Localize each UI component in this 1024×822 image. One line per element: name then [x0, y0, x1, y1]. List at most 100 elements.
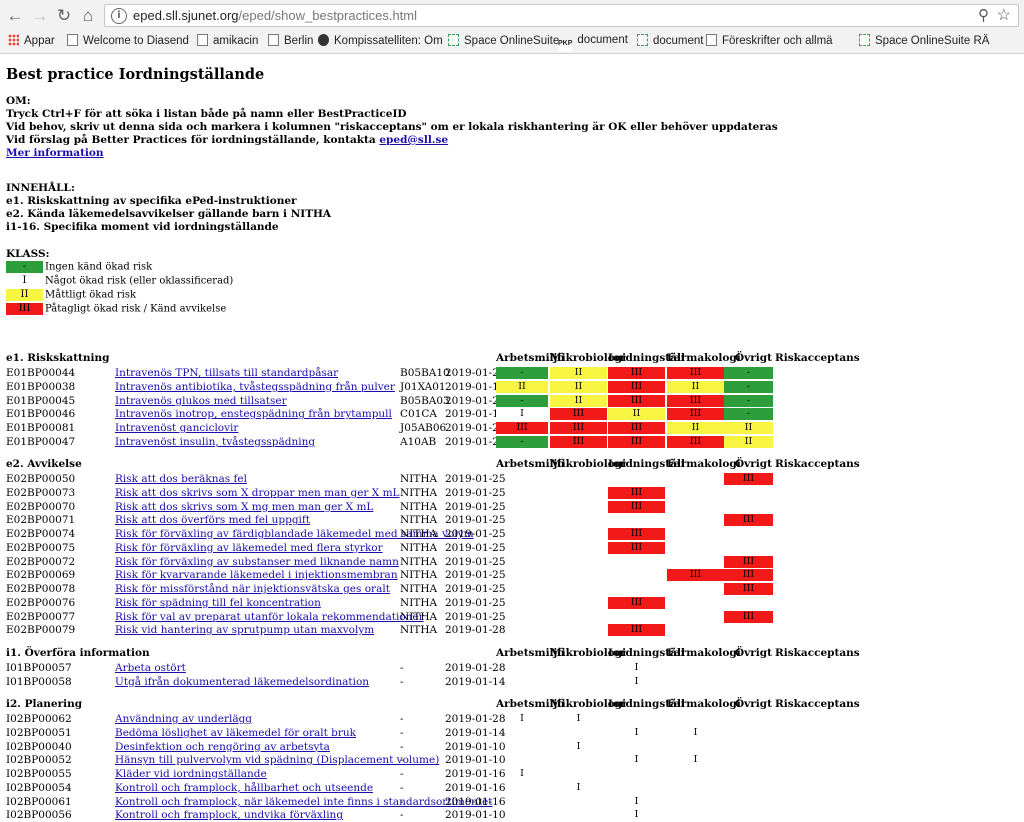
bestpractice-link[interactable]: Intravenös inotrop, enstegspädning från …: [115, 407, 392, 421]
bestpractice-link[interactable]: Risk för missförstånd när injektionsväts…: [115, 582, 390, 596]
bestpractice-link[interactable]: Kläder vid iordningställande: [115, 767, 267, 781]
home-icon[interactable]: ⌂: [77, 5, 99, 27]
legend-swatch: I: [6, 275, 43, 287]
bestpractice-id: E02BP00078: [6, 583, 76, 595]
risk-class-cell: III: [724, 583, 773, 595]
bookmark-item[interactable]: Welcome to Diasend: [67, 34, 189, 47]
bestpractice-id: E02BP00077: [6, 610, 76, 623]
about-line-2: Vid behov, skriv ut denna sida och marke…: [6, 121, 778, 133]
bookmark-item[interactable]: Föreskrifter och allmä: [706, 34, 833, 47]
bookmark-item[interactable]: Kompissatelliten: Om: [318, 34, 443, 47]
address-bar[interactable]: i eped.sll.sjunet.org/eped/show_bestprac…: [104, 4, 1019, 27]
contact-email-link[interactable]: eped@sll.se: [379, 134, 448, 146]
bestpractice-link[interactable]: Kontroll och framplock, när läkemedel in…: [115, 795, 492, 809]
bestpractice-link[interactable]: Risk att dos överförs med fel uppgift: [115, 513, 310, 527]
bestpractice-id: E02BP00069: [6, 569, 76, 582]
url-text[interactable]: eped.sll.sjunet.org/eped/show_bestpracti…: [133, 8, 417, 23]
legend-label: Måttligt ökad risk: [45, 289, 137, 301]
risk-class-cell: III: [550, 435, 607, 448]
bookmark-item[interactable]: document: [637, 34, 704, 47]
back-arrow-icon[interactable]: ←: [4, 5, 26, 27]
bookmark-item[interactable]: PKP document: [558, 34, 628, 52]
risk-class-cell: III: [667, 569, 724, 582]
bookmark-item[interactable]: Appar: [8, 34, 55, 47]
zoom-magnifier-icon[interactable]: ⚲: [978, 6, 989, 24]
bookmark-item[interactable]: Berlin: [268, 34, 313, 47]
bestpractice-id: E01BP00081: [6, 422, 76, 434]
date: 2019-01-25: [445, 541, 506, 554]
bookmark-star-icon[interactable]: ☆: [997, 5, 1011, 25]
bestpractice-link[interactable]: Kontroll och framplock, hållbarhet och u…: [115, 781, 373, 795]
bestpractice-link[interactable]: Risk vid hantering av sprutpump utan max…: [115, 623, 374, 637]
legend-item: II Måttligt ökad risk: [6, 289, 136, 301]
column-header: Riskacceptans: [775, 647, 860, 659]
bestpractice-link[interactable]: Risk att dos beräknas fel: [115, 472, 247, 486]
risk-class-cell: I: [634, 809, 639, 821]
bestpractice-link[interactable]: Risk för kvarvarande läkemedel i injekti…: [115, 568, 398, 582]
about-heading: OM:: [6, 95, 31, 107]
bookmark-label: Appar: [24, 35, 55, 47]
bookmark-label: Föreskrifter och allmä: [722, 35, 833, 47]
forward-arrow-icon[interactable]: →: [29, 5, 51, 27]
bestpractice-link[interactable]: Arbeta ostört: [115, 661, 186, 675]
legend-label: Ingen känd ökad risk: [45, 261, 153, 273]
bestpractice-link[interactable]: Hänsyn till pulvervolym vid spädning (Di…: [115, 753, 439, 767]
date: 2019-01-16: [445, 795, 506, 808]
bookmark-item[interactable]: Space OnlineSuite: [448, 34, 559, 47]
bestpractice-link[interactable]: Desinfektion och rengöring av arbetsyta: [115, 740, 330, 754]
bestpractice-link[interactable]: Risk för spädning till fel koncentration: [115, 596, 321, 610]
bestpractice-id: I02BP00054: [6, 781, 72, 794]
table-row: E02BP00075 Risk för förväxling av läkemed…: [6, 541, 1020, 555]
info-icon[interactable]: i: [111, 8, 127, 24]
about-line-1: Tryck Ctrl+F för att söka i listan både …: [6, 108, 407, 120]
bestpractice-link[interactable]: Intravenös antibiotika, tvåstegsspädning…: [115, 380, 395, 394]
section-title: i2. Planering: [6, 698, 83, 710]
risk-class-cell: -: [496, 435, 548, 448]
section-title: e2. Avvikelse: [6, 458, 82, 470]
atc-code: -: [400, 713, 404, 725]
bestpractice-link[interactable]: Risk för val av preparat utanför lokala …: [115, 610, 424, 624]
bestpractice-link[interactable]: Användning av underlägg: [115, 712, 252, 726]
bestpractice-link[interactable]: Utgå ifrån dokumenterad läkemedelsordina…: [115, 675, 369, 689]
contents-item-i1-16: i1-16. Specifika moment vid iordningstäl…: [6, 221, 279, 233]
bestpractice-link[interactable]: Kontroll och framplock, undvika förväxli…: [115, 808, 343, 822]
more-information-link[interactable]: Mer information: [6, 147, 104, 159]
risk-class-cell: I: [634, 795, 639, 807]
legend-label: Något ökad risk (eller oklassificerad): [45, 275, 234, 287]
bookmark-item[interactable]: Space OnlineSuite RÄ: [859, 34, 989, 47]
column-header: Riskacceptans: [775, 698, 860, 710]
date: 2019-01-25: [445, 583, 506, 595]
risk-class-cell: -: [496, 394, 548, 407]
risk-class-cell: III: [550, 408, 607, 421]
page-title: Best practice Iordningställande: [6, 66, 265, 83]
bestpractice-link[interactable]: Intravenös glukos med tillsatser: [115, 394, 287, 408]
table-row: E01BP00081 Intravenöst ganciclovir J05AB06…: [6, 421, 1020, 435]
bestpractice-link[interactable]: Risk att dos skrivs som X droppar men ma…: [115, 486, 400, 500]
column-header: Övrigt: [735, 458, 772, 470]
table-row: I02BP00055 Kläder vid iordningställande -2…: [6, 767, 1020, 781]
risk-class-cell: III: [550, 422, 607, 434]
bestpractice-link[interactable]: Intravenös TPN, tillsats till standardpå…: [115, 366, 338, 380]
bestpractice-link[interactable]: Intravenöst insulin, tvåstegsspädning: [115, 435, 315, 449]
risk-class-cell: III: [608, 367, 665, 379]
bestpractice-link[interactable]: Bedöma löslighet av läkemedel för oralt …: [115, 726, 356, 740]
risk-class-cell: II: [724, 435, 773, 448]
risk-class-cell: II: [550, 394, 607, 407]
bookmark-label: document: [653, 35, 704, 47]
bestpractice-link[interactable]: Risk för förväxling av läkemedel med fle…: [115, 541, 383, 555]
page-icon: [268, 34, 279, 46]
risk-class-cell: III: [608, 541, 665, 554]
pkp-logo-icon: PKP: [558, 40, 573, 52]
risk-class-cell: III: [608, 624, 665, 637]
bestpractice-id: E02BP00050: [6, 473, 76, 485]
bestpractice-link[interactable]: Risk att dos skrivs som X mg men man ger…: [115, 500, 373, 514]
about-line-3: Vid förslag på Better Practices för iord…: [6, 134, 449, 146]
atc-code: -: [400, 768, 404, 780]
contents-block: INNEHÅLL: e1. Riskskattning av specifika…: [6, 182, 331, 234]
column-header: Övrigt: [735, 647, 772, 659]
bestpractice-link[interactable]: Risk för förväxling av substanser med li…: [115, 555, 399, 569]
legend-item: I Något ökad risk (eller oklassificerad): [6, 275, 233, 287]
reload-icon[interactable]: ↻: [53, 5, 75, 27]
bookmark-item[interactable]: amikacin: [197, 34, 258, 47]
bestpractice-link[interactable]: Intravenöst ganciclovir: [115, 421, 238, 435]
